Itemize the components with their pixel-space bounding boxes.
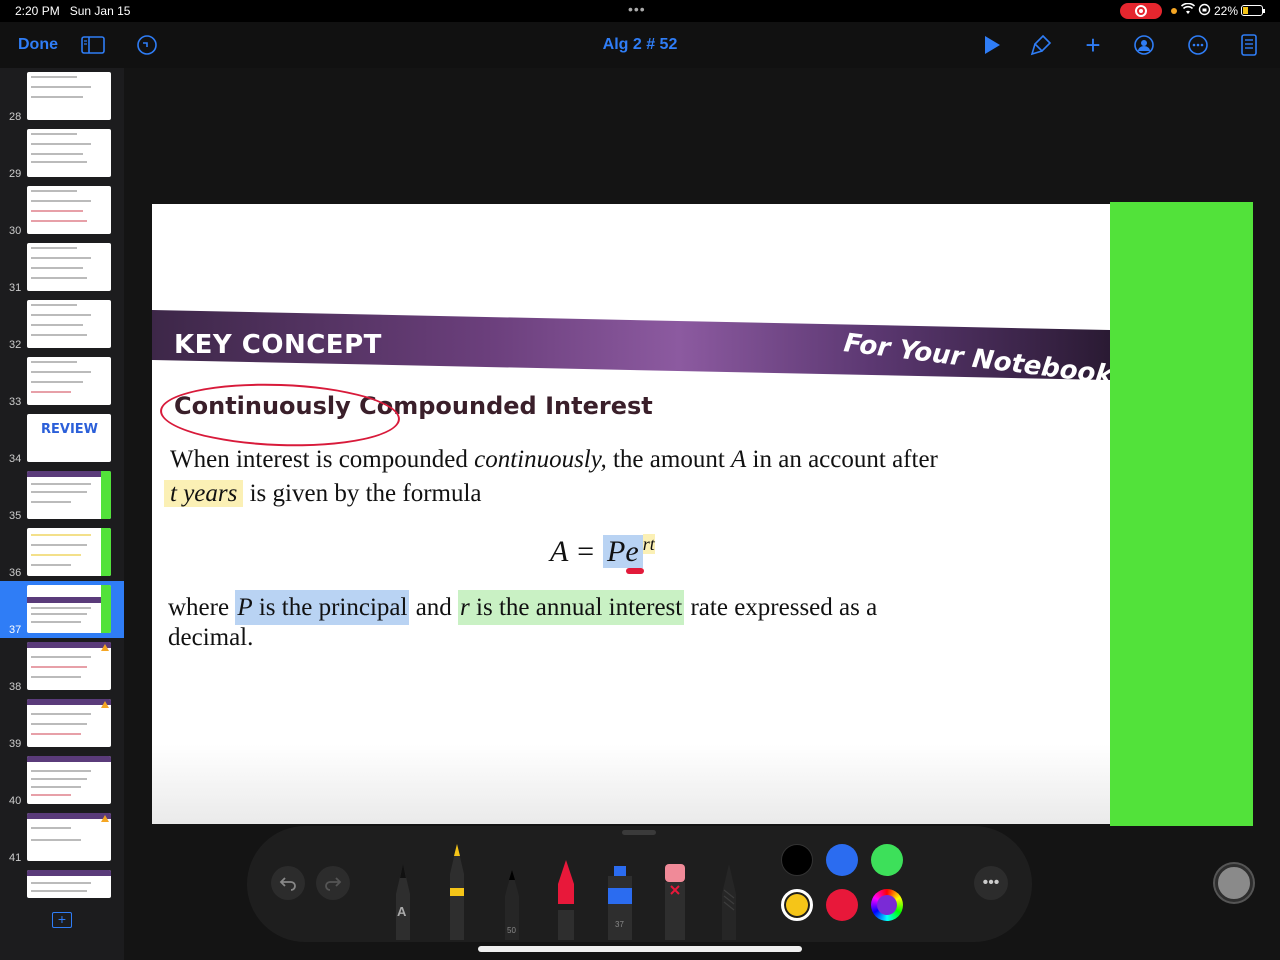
thumbnail-image (27, 585, 111, 633)
color-red-swatch[interactable] (826, 889, 858, 921)
battery-icon (1241, 5, 1265, 16)
home-indicator[interactable] (478, 946, 802, 952)
text-line-4: decimal. (168, 624, 254, 651)
color-picker-swatch[interactable] (871, 889, 903, 921)
thumbnail-image (27, 72, 111, 120)
sidebar-toggle-icon[interactable] (80, 22, 106, 68)
green-highlight: r is the annual interest (458, 590, 685, 625)
color-blue-swatch[interactable] (826, 844, 858, 876)
fountain-pen-tool[interactable] (444, 844, 470, 940)
drawing-toolbar (247, 826, 1032, 942)
page-thumbnail-40[interactable]: 40 (0, 752, 124, 809)
add-icon[interactable]: + (1080, 22, 1106, 68)
thumbnail-image (27, 756, 111, 804)
text-line-3: where P is the principal and r is the an… (168, 590, 877, 625)
undo-icon[interactable] (271, 866, 305, 900)
yellow-highlight: t years (164, 480, 244, 507)
document-title[interactable]: Alg 2 # 52 (540, 36, 740, 54)
orientation-lock-icon (1198, 3, 1211, 19)
eraser-tool[interactable] (662, 864, 688, 940)
highlighter-tool[interactable]: 37 (605, 866, 635, 940)
toolbar-more-icon[interactable]: ••• (974, 866, 1008, 900)
page-thumbnail-29[interactable]: 29 (0, 125, 124, 182)
thumbnail-image (27, 813, 111, 861)
red-ink-underline (626, 568, 644, 574)
formula: A = Pe rt (550, 534, 655, 568)
page-thumbnail-31[interactable]: 31 (0, 239, 124, 296)
page-thumbnail-30[interactable]: 30 (0, 182, 124, 239)
thumbnail-image (27, 186, 111, 234)
page-thumbnail-38[interactable]: 38 (0, 638, 124, 695)
thumbnail-image (27, 129, 111, 177)
highlighter-size-label: 37 (615, 920, 624, 929)
banner-title: KEY CONCEPT (174, 330, 382, 360)
color-black-swatch[interactable] (781, 844, 813, 876)
page-shadow (152, 744, 1110, 824)
page-thumbnail-sidebar[interactable]: 28 29 30 31 32 33 REVIEW 34 35 36 37 38 (0, 68, 124, 960)
page-thumbnail-41[interactable]: 41 (0, 809, 124, 866)
pen-label: A (397, 904, 407, 919)
done-button[interactable]: Done (18, 22, 58, 68)
thumbnail-image (27, 870, 111, 898)
top-toolbar: Done Alg 2 # 52 + (0, 22, 1280, 68)
note-page[interactable]: KEY CONCEPT For Your Notebook Continuous… (152, 204, 1110, 824)
document-settings-icon[interactable] (1238, 22, 1260, 68)
thumbnail-image (27, 243, 111, 291)
page-thumbnail-42[interactable] (0, 866, 124, 900)
thumbnail-image (27, 471, 111, 519)
formula-blue-highlight: Pe (603, 535, 643, 568)
multitasking-dots-icon[interactable]: ••• (628, 1, 646, 17)
thumbnail-image (27, 699, 111, 747)
collaborate-icon[interactable] (1130, 22, 1158, 68)
page-thumbnail-36[interactable]: 36 (0, 524, 124, 581)
screen-recording-icon[interactable] (1120, 3, 1162, 19)
pencil-size-label: 50 (507, 926, 516, 935)
thumbnail-image (27, 357, 111, 405)
thumbnail-image (27, 528, 111, 576)
green-side-panel (1110, 202, 1253, 826)
pen-tool[interactable]: A (390, 864, 416, 940)
page-thumbnail-37[interactable]: 37 (0, 581, 124, 638)
formula-exponent: rt (642, 534, 655, 554)
text-line-2: t years is given by the formula (164, 480, 482, 508)
mic-indicator-icon (1171, 8, 1177, 14)
thumbnail-image: REVIEW (27, 414, 111, 462)
format-brush-icon[interactable] (1028, 22, 1054, 68)
blue-highlight: P is the principal (235, 590, 410, 625)
page-thumbnail-33[interactable]: 33 (0, 353, 124, 410)
text-line-1: When interest is compounded continuously… (170, 446, 938, 473)
thumbnail-review-label: REVIEW (41, 422, 99, 437)
thumbnail-image (27, 300, 111, 348)
wifi-icon (1180, 2, 1196, 18)
color-green-swatch[interactable] (871, 844, 903, 876)
pencil-tool[interactable]: 50 (499, 870, 525, 940)
add-page-button[interactable]: + (52, 912, 72, 928)
page-thumbnail-32[interactable]: 32 (0, 296, 124, 353)
page-thumbnail-39[interactable]: 39 (0, 695, 124, 752)
red-ink-circle (158, 379, 402, 451)
page-thumbnail-34[interactable]: REVIEW 34 (0, 410, 124, 467)
status-time: 2:20 PM Sun Jan 15 (15, 4, 131, 18)
play-icon[interactable] (980, 22, 1004, 68)
history-icon[interactable] (135, 22, 159, 68)
toolbar-drag-handle[interactable] (622, 830, 656, 835)
color-yellow-swatch[interactable] (781, 889, 813, 921)
lasso-tool[interactable] (716, 864, 742, 940)
page-thumbnail-35[interactable]: 35 (0, 467, 124, 524)
page-thumbnail-28[interactable]: 28 (0, 68, 124, 125)
thumbnail-image (27, 642, 111, 690)
more-options-icon[interactable] (1186, 22, 1210, 68)
crayon-tool[interactable] (553, 860, 579, 940)
battery-percent: 22% (1214, 4, 1239, 18)
redo-icon[interactable] (316, 866, 350, 900)
status-bar: 2:20 PM Sun Jan 15 ••• 22% (0, 0, 1280, 22)
floating-toolbar-knob[interactable] (1215, 864, 1253, 902)
